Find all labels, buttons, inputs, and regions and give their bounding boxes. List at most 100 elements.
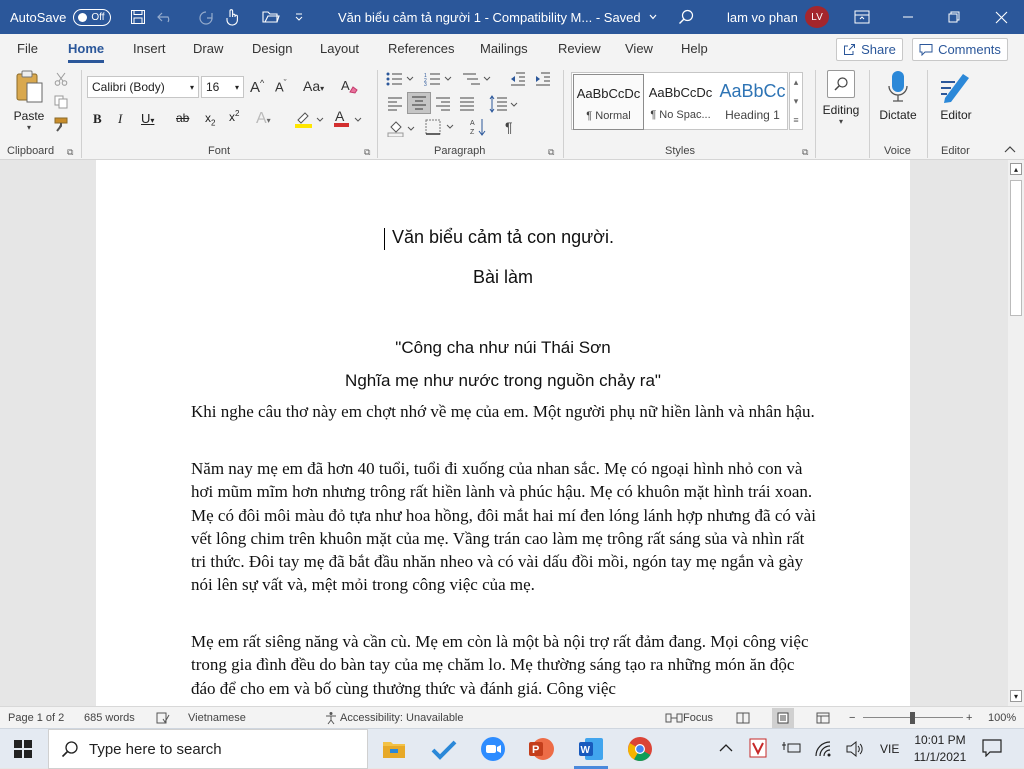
tab-design[interactable]: Design: [252, 34, 292, 64]
editing-button[interactable]: Editing ▾: [821, 70, 861, 126]
read-mode-icon[interactable]: [736, 707, 750, 729]
word-count[interactable]: 685 words: [84, 707, 135, 729]
word-icon[interactable]: W: [574, 735, 608, 769]
document-title[interactable]: Văn biểu cảm tả người 1 - Compatibility …: [338, 0, 658, 34]
shrink-font-icon[interactable]: Aˇ: [275, 78, 287, 94]
style-normal[interactable]: AaBbCcDc ¶ Normal: [573, 74, 644, 130]
change-case-icon[interactable]: Aa▾: [303, 78, 324, 94]
print-layout-icon[interactable]: [772, 708, 794, 728]
align-left-icon[interactable]: [387, 97, 403, 114]
comments-button[interactable]: Comments: [912, 38, 1008, 61]
zoom-level[interactable]: 100%: [988, 707, 1016, 729]
zoom-slider-thumb[interactable]: [910, 712, 915, 724]
italic-icon[interactable]: I: [118, 111, 122, 127]
show-hidden-icons-icon[interactable]: [719, 742, 733, 756]
font-name-combobox[interactable]: Calibri (Body) ▾: [87, 76, 199, 98]
accessibility-status[interactable]: Accessibility: Unavailable: [340, 707, 464, 729]
zoom-out-icon[interactable]: −: [849, 707, 855, 729]
strikethrough-icon[interactable]: ab: [176, 111, 189, 125]
copy-icon[interactable]: [54, 95, 68, 112]
search-icon[interactable]: [676, 0, 696, 34]
expand-gallery-icon[interactable]: ≡: [790, 111, 802, 130]
tab-file[interactable]: File: [17, 34, 38, 64]
font-color-icon[interactable]: A: [333, 108, 363, 131]
proofing-icon[interactable]: [156, 707, 170, 729]
scroll-down-icon[interactable]: ▾: [1010, 690, 1022, 702]
powerpoint-icon[interactable]: P: [527, 735, 555, 763]
zoom-in-icon[interactable]: +: [966, 707, 972, 729]
customize-toolbar-icon[interactable]: [292, 0, 306, 34]
redo-icon[interactable]: [196, 0, 216, 34]
page-count[interactable]: Page 1 of 2: [8, 707, 64, 729]
file-explorer-icon[interactable]: [380, 735, 408, 763]
styles-scroll[interactable]: ▴ ▾ ≡: [789, 72, 803, 130]
tray-app-icon[interactable]: [749, 738, 767, 761]
input-language[interactable]: VIE: [880, 729, 899, 769]
vertical-scrollbar[interactable]: ▴ ▾: [1008, 160, 1024, 706]
zoom-app-icon[interactable]: [479, 735, 507, 763]
line-spacing-icon[interactable]: [489, 95, 519, 116]
save-icon[interactable]: [128, 0, 148, 34]
bullets-icon[interactable]: [386, 72, 416, 89]
numbering-icon[interactable]: 123: [424, 72, 454, 89]
multilevel-list-icon[interactable]: [462, 72, 492, 89]
editor-button[interactable]: Editor: [934, 70, 978, 122]
style-no-spacing[interactable]: AaBbCcDc ¶ No Spac...: [645, 74, 716, 130]
autosave-toggle[interactable]: Off: [73, 8, 112, 26]
scroll-up-icon[interactable]: ▴: [1010, 163, 1022, 175]
tab-view[interactable]: View: [625, 34, 653, 64]
scroll-up-icon[interactable]: ▴: [790, 73, 802, 92]
superscript-icon[interactable]: x2: [229, 109, 239, 124]
tab-home[interactable]: Home: [68, 34, 105, 64]
scroll-thumb[interactable]: [1010, 180, 1022, 316]
tab-draw[interactable]: Draw: [193, 34, 223, 64]
paragraph-launcher-icon[interactable]: ⧉: [548, 147, 554, 158]
style-heading-1[interactable]: AaBbCc Heading 1: [717, 74, 788, 130]
clipboard-launcher-icon[interactable]: ⧉: [67, 147, 73, 158]
tab-help[interactable]: Help: [681, 34, 708, 64]
tab-references[interactable]: References: [388, 34, 454, 64]
document-page[interactable]: Văn biểu cảm tả con người. Bài làm "Công…: [96, 160, 910, 706]
user-name[interactable]: lam vo phan: [727, 0, 798, 34]
align-center-icon[interactable]: [407, 92, 431, 114]
wifi-icon[interactable]: [815, 741, 833, 760]
paste-button[interactable]: Paste ▾: [12, 70, 46, 134]
collapse-ribbon-icon[interactable]: [1004, 144, 1016, 158]
todo-icon[interactable]: [430, 735, 458, 763]
tab-layout[interactable]: Layout: [320, 34, 359, 64]
autosave-control[interactable]: AutoSave Off: [10, 0, 112, 34]
notifications-icon[interactable]: [982, 739, 1002, 760]
web-layout-icon[interactable]: [816, 707, 830, 729]
font-launcher-icon[interactable]: ⧉: [364, 147, 370, 158]
taskbar-search[interactable]: Type here to search: [48, 729, 368, 769]
language-status[interactable]: Vietnamese: [188, 707, 246, 729]
grow-font-icon[interactable]: A^: [250, 78, 264, 96]
tab-mailings[interactable]: Mailings: [480, 34, 528, 64]
open-folder-icon[interactable]: [260, 0, 282, 34]
windows-start-icon[interactable]: [14, 740, 32, 761]
focus-mode-button[interactable]: Focus: [683, 707, 713, 729]
volume-icon[interactable]: [846, 740, 864, 760]
shading-icon[interactable]: [387, 119, 417, 140]
sort-icon[interactable]: AZ: [470, 118, 488, 139]
restore-icon[interactable]: [944, 0, 964, 34]
font-size-combobox[interactable]: 16 ▾: [201, 76, 244, 98]
text-effects-icon[interactable]: A▾: [256, 110, 271, 128]
dictate-button[interactable]: Dictate: [876, 70, 920, 122]
decrease-indent-icon[interactable]: [510, 72, 526, 89]
avatar[interactable]: LV: [805, 6, 829, 28]
highlight-icon[interactable]: [294, 110, 324, 131]
format-painter-icon[interactable]: [53, 117, 69, 136]
subscript-icon[interactable]: x2: [205, 111, 215, 127]
show-formatting-marks-icon[interactable]: ¶: [505, 119, 513, 135]
underline-icon[interactable]: U▾: [141, 111, 154, 126]
styles-launcher-icon[interactable]: ⧉: [802, 147, 808, 158]
ribbon-display-options-icon[interactable]: [852, 0, 872, 34]
share-button[interactable]: Share: [836, 38, 903, 61]
touch-mode-icon[interactable]: [222, 0, 242, 34]
minimize-icon[interactable]: [898, 0, 918, 34]
close-icon[interactable]: [990, 0, 1012, 34]
bold-icon[interactable]: B: [93, 111, 102, 127]
borders-icon[interactable]: [425, 119, 457, 138]
battery-icon[interactable]: [782, 740, 802, 759]
